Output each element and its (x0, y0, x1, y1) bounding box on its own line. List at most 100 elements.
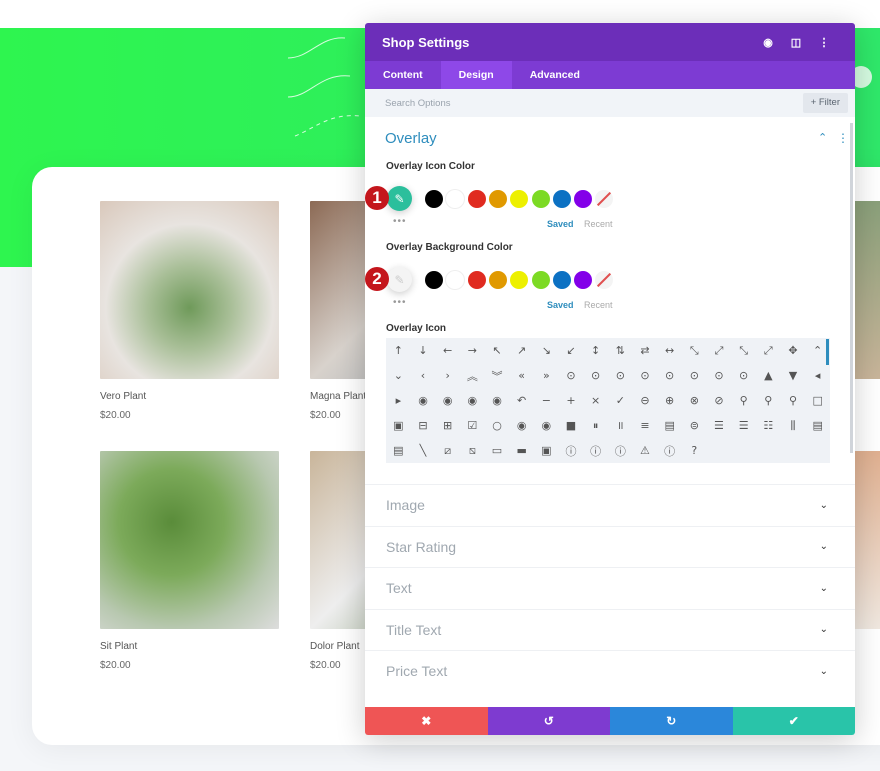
color-swatch[interactable] (425, 271, 443, 289)
color-swatch[interactable] (574, 190, 593, 208)
icon-option[interactable]: → (468, 344, 477, 357)
icon-option[interactable]: ▼ (789, 369, 797, 382)
filter-button[interactable]: + Filter (802, 93, 848, 113)
section-toggle[interactable]: Star Rating ⌄ (365, 525, 855, 567)
icon-option[interactable]: ⫼ (790, 419, 795, 433)
icon-option[interactable]: + (566, 394, 575, 407)
icon-option[interactable]: □ (812, 394, 822, 407)
icon-option[interactable]: ⊕ (665, 394, 674, 407)
chevron-up-icon[interactable]: ⌃ (818, 131, 827, 144)
icon-option[interactable]: ↔ (665, 344, 674, 357)
icon-option[interactable]: ⊟ (418, 419, 427, 432)
icon-option[interactable]: ☰ (739, 419, 749, 432)
icon-option[interactable]: ↓ (418, 344, 427, 357)
icon-option[interactable]: ⓘ (590, 443, 601, 459)
color-picker-button[interactable]: ✎ (387, 186, 412, 211)
product-card[interactable]: Sit Plant $20.00 (100, 451, 279, 671)
icon-option[interactable]: ⧄ (444, 444, 451, 458)
more-vertical-icon[interactable]: ⋮ (837, 131, 849, 145)
icon-option[interactable]: ‹ (421, 369, 425, 382)
tab-content[interactable]: Content (365, 61, 441, 89)
icon-option[interactable]: ╲ (420, 444, 427, 457)
product-image[interactable] (100, 201, 279, 379)
section-title-overlay[interactable]: Overlay (385, 130, 437, 147)
icon-option[interactable]: ⊖ (640, 394, 649, 407)
icon-option[interactable]: ↗ (517, 344, 526, 357)
product-title[interactable]: Vero Plant (100, 391, 279, 402)
icon-option[interactable]: › (445, 369, 449, 382)
icon-option[interactable]: ⚲ (789, 394, 797, 407)
color-swatch[interactable] (425, 190, 443, 208)
icon-option[interactable]: ☷ (763, 419, 773, 432)
icon-option[interactable]: ▲ (764, 369, 772, 382)
cancel-button[interactable]: ✖ (365, 707, 488, 735)
icon-option[interactable]: « (518, 369, 525, 382)
icon-option[interactable]: ॥ (617, 418, 624, 433)
icon-option[interactable]: ⤢ (764, 344, 773, 358)
icon-option[interactable]: ◂ (815, 369, 821, 382)
icon-option[interactable]: ⧅ (469, 444, 476, 458)
color-swatch[interactable] (488, 190, 507, 208)
icon-option[interactable]: ✓ (616, 394, 625, 407)
redo-button[interactable]: ↻ (610, 707, 733, 735)
icon-option[interactable]: ↑ (394, 344, 403, 357)
icon-option[interactable]: ✥ (788, 344, 797, 357)
color-swatch[interactable] (510, 271, 529, 289)
icon-option[interactable]: ⇅ (616, 344, 625, 357)
icon-option[interactable]: ◉ (492, 394, 502, 407)
icon-option[interactable]: ▤ (812, 419, 822, 432)
search-input[interactable]: Search Options (385, 98, 450, 109)
icon-option[interactable]: ≡ (640, 419, 649, 432)
color-swatch[interactable] (467, 271, 486, 289)
more-options-icon[interactable]: ••• (393, 216, 407, 227)
icon-option[interactable]: ⊘ (714, 394, 723, 407)
icon-option[interactable]: ⌃ (813, 344, 822, 357)
icon-option[interactable]: ⌄ (394, 369, 403, 382)
undo-button[interactable]: ↺ (487, 707, 610, 735)
color-swatch[interactable] (531, 190, 550, 208)
no-color-swatch[interactable] (595, 190, 614, 208)
icon-option[interactable]: ⊙ (616, 369, 625, 382)
icon-option[interactable]: ⊞ (443, 419, 452, 432)
product-card[interactable]: Vero Plant $20.00 (100, 201, 279, 421)
icon-option[interactable]: ↶ (517, 394, 526, 407)
icon-option[interactable]: ▬ (516, 444, 526, 457)
icon-option[interactable]: ○ (492, 419, 502, 432)
focus-icon[interactable]: ◉ (754, 36, 782, 49)
tab-advanced[interactable]: Advanced (512, 61, 598, 89)
icon-option[interactable]: ⤢ (715, 344, 724, 358)
icon-option[interactable]: − (542, 394, 551, 407)
color-swatch[interactable] (446, 190, 465, 208)
color-swatch[interactable] (574, 271, 593, 289)
icon-option[interactable]: ■ (566, 419, 576, 432)
icon-option[interactable]: ▣ (541, 444, 551, 457)
saved-tab[interactable]: Saved (547, 219, 574, 229)
color-swatch[interactable] (446, 271, 465, 289)
icon-option[interactable]: ⚠ (640, 444, 650, 457)
icon-option[interactable]: ⚲ (740, 394, 748, 407)
color-picker-button[interactable]: ✎ (387, 267, 412, 292)
icon-option[interactable]: ⊙ (690, 369, 699, 382)
icon-option[interactable]: ︽ (467, 368, 478, 384)
icon-option[interactable]: ↖ (492, 344, 501, 357)
icon-option[interactable]: ? (691, 444, 697, 457)
icon-option[interactable]: ⊙ (566, 369, 575, 382)
icon-option[interactable]: ◉ (468, 394, 478, 407)
icon-option[interactable]: ▤ (664, 419, 674, 432)
color-swatch[interactable] (467, 190, 486, 208)
icon-option[interactable]: ⊙ (665, 369, 674, 382)
saved-tab[interactable]: Saved (547, 300, 574, 310)
panel-scrollbar[interactable] (850, 123, 853, 453)
icon-option[interactable]: » (543, 369, 550, 382)
recent-tab[interactable]: Recent (584, 300, 613, 310)
icon-option[interactable]: ☑ (467, 419, 477, 432)
color-swatch[interactable] (510, 190, 529, 208)
icon-option[interactable]: ⏸ (593, 419, 599, 433)
icon-option[interactable]: ↕ (591, 344, 600, 357)
icon-option[interactable]: ⊗ (690, 394, 699, 407)
icon-option[interactable]: × (591, 394, 600, 407)
product-title[interactable]: Sit Plant (100, 641, 279, 652)
icon-option[interactable]: ⓘ (664, 443, 675, 459)
icon-option[interactable]: ⓘ (615, 443, 626, 459)
tab-design[interactable]: Design (440, 61, 512, 89)
